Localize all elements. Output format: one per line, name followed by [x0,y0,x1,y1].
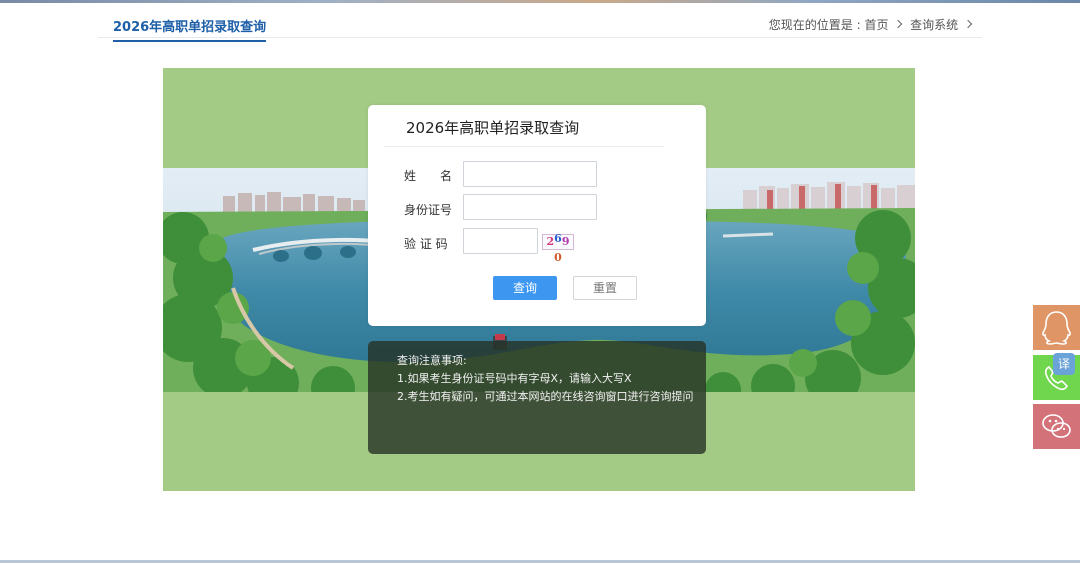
name-input[interactable] [463,161,597,187]
qq-icon [1042,311,1071,345]
chevron-right-icon [894,19,903,29]
reset-button[interactable]: 重置 [573,276,637,300]
chevron-right-icon [963,19,973,29]
notice-item: 1.如果考生身份证号码中有字母X，请输入大写X [397,372,632,385]
translate-button[interactable]: 译 [1053,353,1075,375]
id-number-input[interactable] [463,194,597,220]
captcha-image[interactable]: 269 0 [542,232,574,264]
breadcrumb-home-link[interactable]: 首页 [864,18,888,32]
name-label: 姓 名 [404,169,453,183]
captcha-char: 0 [554,251,562,264]
id-number-label: 身份证号 [404,203,453,217]
location-prefix: 您现在的位置是 : [768,18,861,32]
header: 2026年高职单招录取查询 您现在的位置是 : 首页 查询系统 [98,3,982,42]
query-form-card: 2026年高职单招录取查询 姓 名 身份证号 验 证 码 269 0 查询 重置 [368,105,706,326]
captcha-char: 6 [554,232,562,245]
captcha-char: 9 [561,235,570,248]
breadcrumb: 您现在的位置是 : 首页 查询系统 [769,16,976,33]
notice-title: 查询注意事项: [397,354,467,367]
wechat-icon [1042,414,1071,438]
query-button[interactable]: 查询 [493,276,557,300]
breadcrumb-query-system-link[interactable]: 查询系统 [910,18,958,32]
wechat-contact-button[interactable] [1033,404,1080,449]
notice-panel: 查询注意事项: 1.如果考生身份证号码中有字母X，请输入大写X 2.考生如有疑问… [368,341,706,454]
captcha-input[interactable] [463,228,538,254]
page-title: 2026年高职单招录取查询 [113,16,267,42]
qq-contact-button[interactable] [1033,305,1080,350]
captcha-char: 2 [546,235,555,248]
form-divider [384,146,664,147]
notice-item: 2.考生如有疑问，可通过本网站的在线咨询窗口进行咨询提问 [397,390,694,403]
form-title: 2026年高职单招录取查询 [406,119,580,137]
captcha-label: 验 证 码 [404,237,448,251]
